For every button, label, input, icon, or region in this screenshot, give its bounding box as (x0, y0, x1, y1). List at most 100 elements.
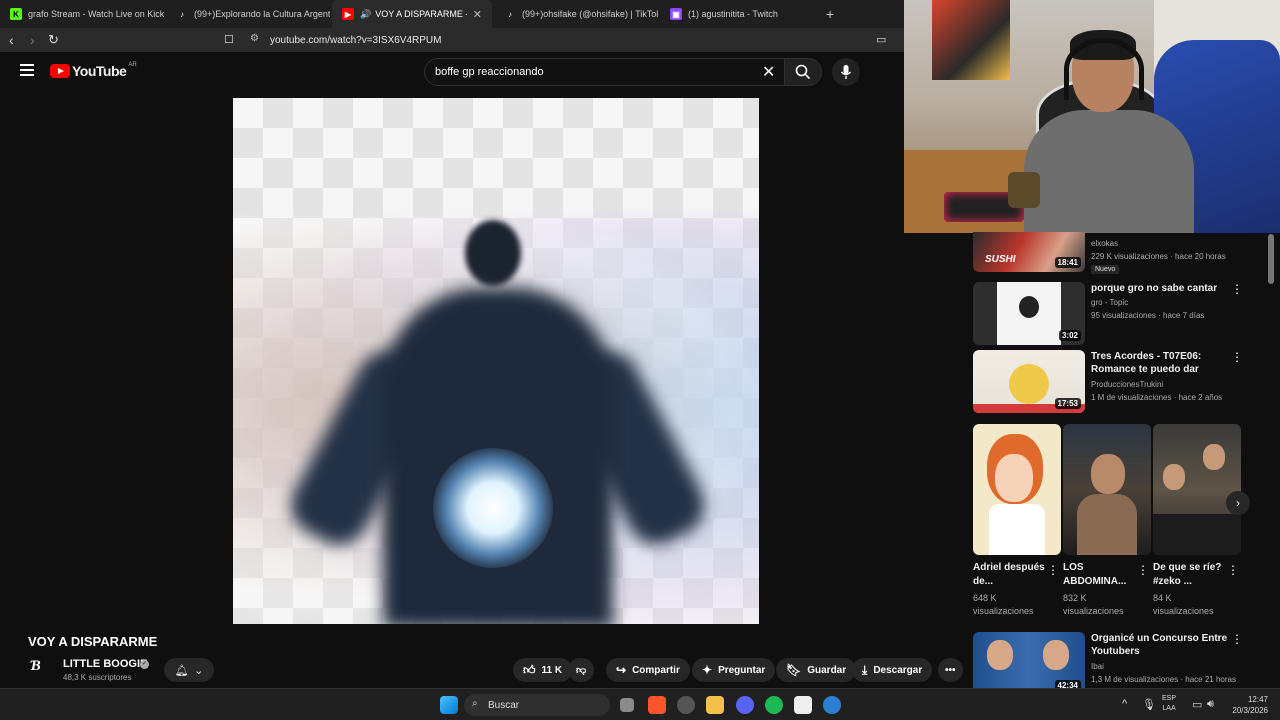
language-indicator[interactable]: ESP LAA (1162, 694, 1176, 714)
video-channel[interactable]: ProduccionesTrukini (1091, 380, 1163, 389)
mate-cup (1008, 172, 1040, 208)
browser-tab[interactable]: K grafo Stream - Watch Live on Kick (0, 0, 164, 28)
video-meta: 229 K visualizaciones · hace 20 horas (1091, 252, 1226, 261)
share-icon: ↪ (616, 663, 627, 677)
taskbar-search[interactable]: ⌕ Buscar (464, 694, 610, 716)
bookmark-icon: 🔖︎ (786, 663, 802, 677)
chevron-up-icon[interactable]: ^ (1122, 698, 1127, 710)
dislike-button[interactable]: 👎︎ (568, 658, 595, 682)
windows-start-icon[interactable] (440, 696, 458, 714)
sidebar-scrollbar[interactable] (1268, 234, 1274, 284)
microphone-icon[interactable]: 🎙︎ (1142, 698, 1156, 711)
app-icon[interactable] (794, 696, 812, 714)
hamburger-menu-icon[interactable] (20, 64, 34, 78)
streamer-torso (1024, 110, 1194, 233)
more-vertical-icon[interactable]: ⋮ (1231, 350, 1243, 364)
tab-title: grafo Stream - Watch Live on Kick (28, 9, 164, 19)
notification-bell-button[interactable]: 🔔︎ ⌄ (164, 658, 214, 682)
save-button[interactable]: 🔖︎ Guardar (776, 658, 857, 682)
voice-search-button[interactable] (832, 58, 860, 86)
site-info-icon[interactable]: ⚙ (250, 33, 259, 44)
video-channel[interactable]: Ibai (1091, 662, 1104, 671)
brave-browser-icon[interactable] (648, 696, 666, 714)
recommended-video[interactable]: SUSHI 18:41 elxokas 229 K visualizacione… (973, 232, 1263, 278)
person-torso (1077, 494, 1137, 555)
short-thumbnail[interactable] (973, 424, 1061, 555)
task-view-icon[interactable] (620, 698, 634, 712)
new-badge: Nuevo (1091, 265, 1120, 274)
video-thumbnail[interactable]: 17:53 (973, 350, 1085, 413)
forward-icon[interactable]: › (30, 32, 35, 48)
video-thumbnail[interactable]: 3:02 (973, 282, 1085, 345)
cast-icon[interactable]: ▭ (876, 32, 886, 48)
obs-icon[interactable] (677, 696, 695, 714)
more-vertical-icon[interactable]: ⋮ (1047, 563, 1059, 577)
person-face (1203, 444, 1225, 470)
browser-tab-active[interactable]: ▶ 🔊 VOY A DISPARARME - YouTube ✕ (332, 0, 492, 28)
chevron-right-icon[interactable]: › (1226, 491, 1250, 515)
short-title[interactable]: De que se ríe? #zeko ... (1153, 561, 1227, 589)
download-button[interactable]: ⤓ Descargar (852, 658, 933, 682)
short-thumbnail[interactable] (1063, 424, 1151, 555)
recommended-video[interactable]: 17:53 Tres Acordes - T07E06: Romance te … (973, 350, 1263, 413)
audio-playing-icon: 🔊 (360, 8, 372, 19)
keyboard-layout: LAA (1162, 705, 1176, 712)
search-input[interactable]: boffe gp reaccionando (424, 58, 786, 86)
file-explorer-icon[interactable] (706, 696, 724, 714)
app-icon[interactable] (823, 696, 841, 714)
bookmark-icon[interactable]: ☐ (224, 32, 234, 48)
person-face (1163, 464, 1185, 490)
spotify-icon[interactable] (765, 696, 783, 714)
close-tab-icon[interactable]: ✕ (467, 8, 482, 21)
like-button[interactable]: 👍︎ 11 K (513, 658, 573, 682)
browser-tab[interactable]: ♪ (99+)Explorando la Cultura Argentina (166, 0, 330, 28)
more-horizontal-icon: ••• (945, 664, 956, 676)
ask-button[interactable]: ✦ Preguntar (692, 658, 776, 682)
channel-avatar[interactable]: Ɓ (30, 658, 54, 682)
clear-search-icon[interactable]: ✕ (762, 62, 775, 82)
tab-title: (99+)Explorando la Cultura Argentina (194, 9, 330, 19)
reload-icon[interactable]: ↻ (48, 32, 59, 48)
search-button[interactable] (784, 58, 822, 86)
video-thumbnail[interactable]: 42:34 (973, 632, 1085, 688)
more-vertical-icon[interactable]: ⋮ (1227, 563, 1239, 577)
video-title[interactable]: Organicé un Concurso Entre Youtubers (1091, 632, 1231, 658)
clock-time: 12:47 (1247, 695, 1268, 704)
video-title[interactable]: porque gro no sabe cantar (1091, 282, 1231, 295)
channel-name[interactable]: LITTLE BOOGIE (63, 658, 147, 670)
short-thumbnail[interactable] (1153, 424, 1241, 555)
video-title[interactable]: Tres Acordes - T07E06: Romance te puedo … (1091, 350, 1231, 376)
cartoon-shirt (989, 504, 1045, 555)
address-bar[interactable]: ⚙ youtube.com/watch?v=3ISX6V4RPUM (244, 30, 900, 50)
more-vertical-icon[interactable]: ⋮ (1231, 282, 1243, 296)
share-button[interactable]: ↪ Compartir (606, 658, 690, 682)
thumbs-down-icon: 👎︎ (576, 665, 587, 676)
video-channel[interactable]: elxokas (1091, 239, 1118, 248)
video-thumbnail[interactable]: SUSHI 18:41 (973, 232, 1085, 272)
recommended-video[interactable]: 3:02 porque gro no sabe cantar gro - Top… (973, 282, 1263, 345)
video-player[interactable] (233, 98, 759, 624)
browser-tab[interactable]: ♪ (99+)ohsifake (@ohsifake) | TikTok (494, 0, 658, 28)
more-vertical-icon[interactable]: ⋮ (1137, 563, 1149, 577)
short-title[interactable]: Adriel después de... (973, 561, 1047, 589)
more-vertical-icon[interactable]: ⋮ (1231, 632, 1243, 646)
subscriber-count: 48,3 K suscriptores (63, 673, 132, 682)
network-icon[interactable]: ▭ (1192, 698, 1202, 711)
youtube-icon: ▶ (342, 8, 354, 20)
more-actions-button[interactable]: ••• (938, 658, 963, 682)
video-duration: 42:34 (1054, 680, 1081, 688)
back-icon[interactable]: ‹ (9, 32, 14, 48)
short-title[interactable]: LOS ABDOMINA... (1063, 561, 1137, 589)
video-channel[interactable]: gro - Topic (1091, 298, 1128, 307)
browser-tab[interactable]: ▣ (1) agustinitita - Twitch (660, 0, 824, 28)
region-label: AR (128, 62, 137, 68)
video-duration: 17:53 (1054, 398, 1081, 409)
microphone-icon (840, 65, 852, 79)
system-clock[interactable]: 12:47 20/3/2026 (1222, 694, 1268, 716)
youtube-play-icon (50, 64, 70, 78)
new-tab-button[interactable]: + (826, 6, 834, 22)
youtube-logo[interactable]: YouTube AR (50, 62, 137, 79)
recommended-video[interactable]: 42:34 Organicé un Concurso Entre Youtube… (973, 632, 1263, 688)
discord-icon[interactable] (736, 696, 754, 714)
volume-icon[interactable]: 🔊︎ (1207, 698, 1214, 711)
